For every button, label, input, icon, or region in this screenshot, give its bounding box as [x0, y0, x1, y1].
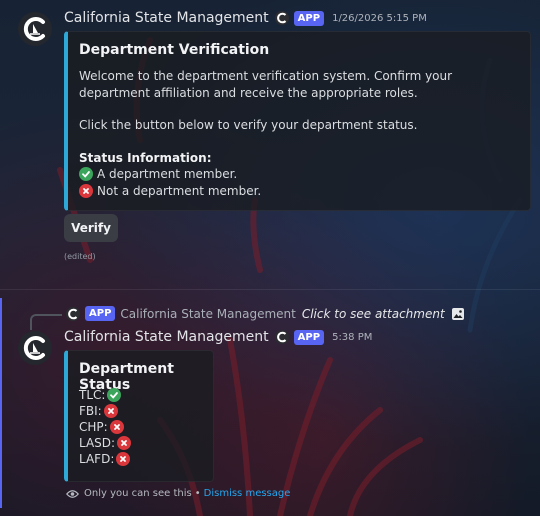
- reply-avatar-icon: [66, 306, 80, 321]
- department-item: LASD:: [79, 435, 132, 451]
- reply-attachment-link[interactable]: Click to see attachment: [302, 307, 445, 321]
- bot-avatar[interactable]: [18, 331, 52, 365]
- department-item: TLC:: [79, 387, 131, 403]
- message-header: California State Management APP 1/26/202…: [64, 10, 427, 26]
- verify-button[interactable]: Verify: [64, 214, 118, 242]
- app-badge: APP: [293, 329, 325, 345]
- timestamp[interactable]: 5:38 PM: [332, 332, 372, 343]
- reply-username[interactable]: California State Management: [120, 307, 295, 321]
- visibility-text: Only you can see this: [84, 488, 192, 499]
- department-list: TLC: FBI: CHP: LASD: LAFD:: [79, 387, 132, 467]
- verification-embed: Department Verification Welcome to the d…: [64, 31, 531, 211]
- message-header: California State Management APP 5:38 PM: [64, 329, 372, 345]
- reply-preview[interactable]: APP California State Management Click to…: [66, 306, 465, 321]
- timestamp[interactable]: 1/26/2026 5:15 PM: [332, 13, 427, 24]
- eye-icon: [66, 489, 79, 499]
- image-icon: [451, 307, 465, 321]
- separator: •: [194, 488, 201, 499]
- department-item: CHP:: [79, 419, 131, 435]
- ephemeral-footer: Only you can see this • Dismiss message: [66, 488, 290, 499]
- status-item-non-member: Not a department member.: [79, 183, 519, 200]
- department-label: LAFD:: [79, 452, 115, 466]
- embed-paragraph-2: Click the button below to verify your de…: [79, 118, 418, 132]
- username[interactable]: California State Management: [64, 329, 269, 345]
- bot-avatar[interactable]: [18, 12, 52, 46]
- state-logo-icon: [23, 336, 45, 360]
- x-icon: [109, 420, 124, 434]
- department-label: FBI:: [79, 404, 102, 418]
- state-logo-icon: [23, 17, 45, 41]
- department-label: LASD:: [79, 436, 116, 450]
- department-item: LAFD:: [79, 451, 131, 467]
- status-item-member: A department member.: [79, 166, 519, 183]
- status-embed: Department Status TLC: FBI: CHP: LASD: L…: [64, 350, 214, 482]
- verified-logo-icon: [274, 11, 289, 25]
- status-item-text: Not a department member.: [97, 183, 262, 198]
- dismiss-message-link[interactable]: Dismiss message: [204, 488, 291, 499]
- status-heading: Status Information:: [79, 150, 212, 165]
- department-label: CHP:: [79, 420, 108, 434]
- username[interactable]: California State Management: [64, 10, 269, 26]
- department-label: TLC:: [79, 388, 106, 402]
- app-badge: APP: [293, 10, 325, 26]
- x-icon: [103, 404, 118, 418]
- x-icon: [117, 436, 132, 450]
- embed-description: Welcome to the department verification s…: [79, 68, 519, 199]
- status-item-text: A department member.: [97, 167, 238, 181]
- department-item: FBI:: [79, 403, 131, 419]
- verified-logo-icon: [274, 330, 289, 344]
- reply-connector: [30, 314, 62, 330]
- edited-label: (edited): [64, 252, 96, 261]
- ephemeral-highlight-bar: [0, 298, 2, 508]
- x-icon: [116, 452, 131, 466]
- check-icon: [107, 388, 122, 402]
- embed-title: Department Verification: [79, 42, 270, 58]
- reply-app-badge: APP: [85, 306, 116, 321]
- embed-paragraph-1: Welcome to the department verification s…: [79, 69, 453, 100]
- check-icon: [79, 167, 93, 182]
- x-icon: [79, 183, 93, 198]
- message-divider: [0, 289, 540, 290]
